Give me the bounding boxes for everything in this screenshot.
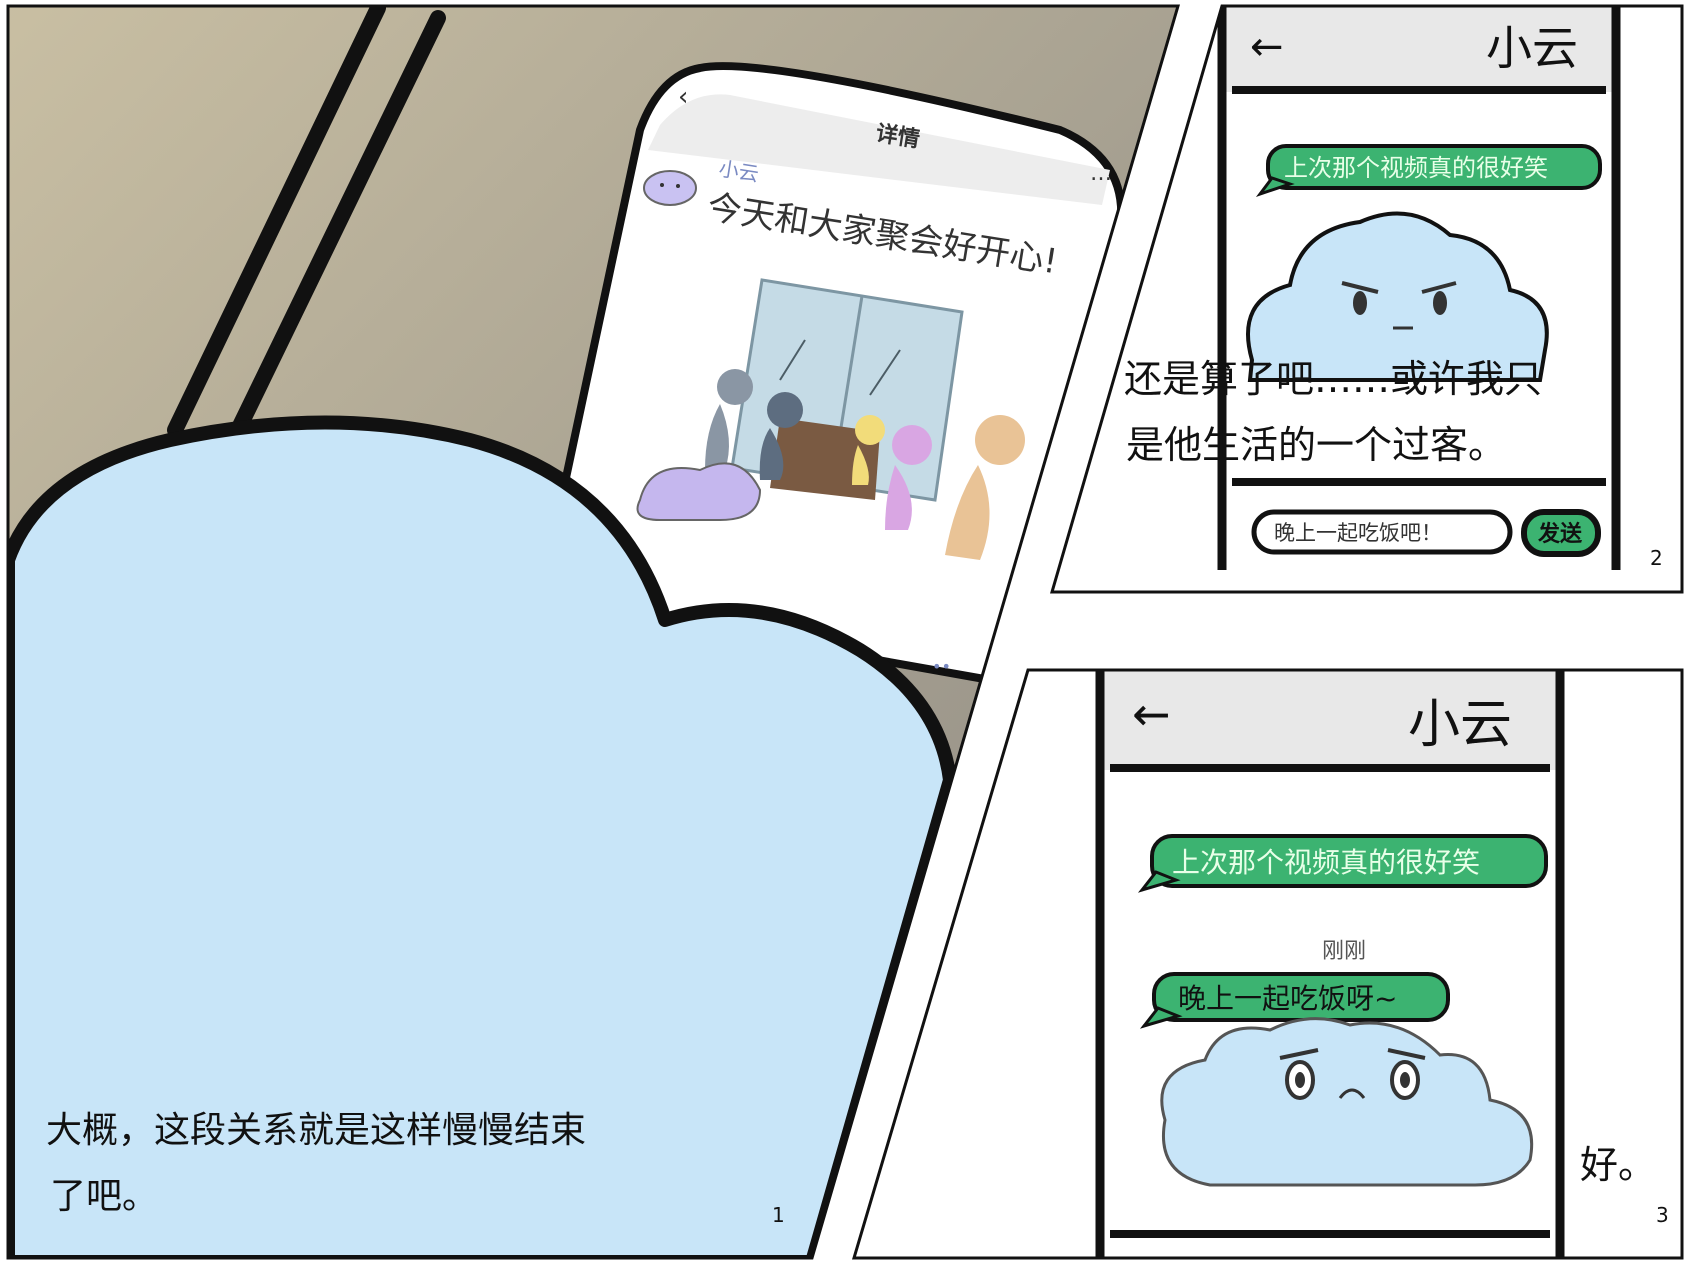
narration-text: 了吧。 (50, 1176, 158, 1217)
message-timestamp: 刚刚 (1322, 939, 1366, 964)
message-input[interactable]: 晚上一起吃饭吧！ (1251, 509, 1513, 555)
panel-3: ← 小云 上次那个视频真的很好笑 刚刚 晚上一起吃饭呀~ 好。 3 (854, 670, 1682, 1258)
narration-text: 还是算了吧……或许我只 (1124, 357, 1542, 401)
svg-text:••: •• (932, 657, 951, 676)
chat-title: 小云 (1486, 21, 1578, 75)
narration-text: 好。 (1580, 1143, 1656, 1187)
chat-title: 小云 (1408, 695, 1512, 755)
narration-text: 是他生活的一个过客。 (1126, 423, 1506, 467)
message-text: 上次那个视频真的很好笑 (1172, 846, 1480, 879)
page-number: 1 (772, 1203, 785, 1227)
page-number: 2 (1650, 546, 1663, 570)
message-text: 上次那个视频真的很好笑 (1284, 154, 1548, 182)
author-avatar (643, 170, 697, 206)
message-text: 晚上一起吃饭呀~ (1178, 982, 1397, 1015)
send-button-label: 发送 (1537, 521, 1582, 547)
message-bubble: 晚上一起吃饭呀~ (1139, 972, 1450, 1029)
message-bubble: 上次那个视频真的很好笑 (1137, 834, 1548, 893)
comic-page: ‹ 详情 … 小云 今天和大家聚会好开心! •• 大概，这段关系就是这样慢慢结束… (0, 0, 1688, 1264)
message-input-value: 晚上一起吃饭吧！ (1274, 521, 1442, 545)
message-bubble: 上次那个视频真的很好笑 (1255, 144, 1602, 197)
back-arrow-icon[interactable]: ← (1250, 24, 1284, 70)
back-chevron-icon[interactable]: ‹ (678, 82, 688, 112)
page-number: 3 (1656, 1203, 1669, 1227)
send-button[interactable]: 发送 (1521, 509, 1601, 557)
more-dots-icon[interactable]: … (1090, 161, 1112, 186)
back-arrow-icon[interactable]: ← (1132, 687, 1171, 741)
narration-text: 大概，这段关系就是这样慢慢结束 (46, 1110, 586, 1151)
